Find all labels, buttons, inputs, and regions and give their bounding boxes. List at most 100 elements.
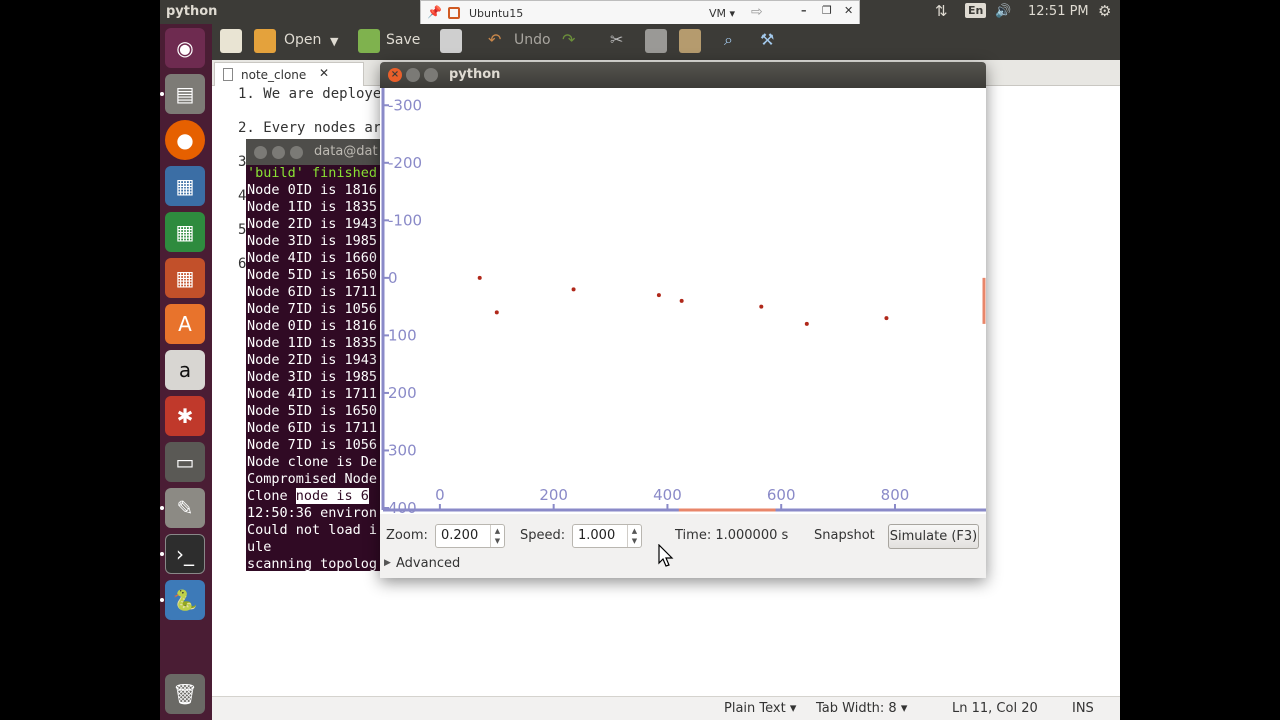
document-icon [223, 68, 233, 81]
launcher: ◉ ▤ ● ▦ ▦ ▦ A a ✱ ▭ ✎ ›_ 🐍 🗑 [160, 24, 212, 720]
y-tick-label: -300 [388, 96, 422, 114]
y-tick-label: 400 [388, 499, 417, 514]
vm-icon [448, 7, 460, 19]
data-point [759, 304, 764, 309]
minimize-button[interactable]: – [801, 4, 807, 17]
clone-prefix: Clone [247, 488, 296, 504]
data-point [494, 310, 499, 315]
open-icon[interactable] [254, 29, 276, 53]
expander-arrow-icon[interactable]: ▶ [384, 558, 391, 568]
zoom-value: 0.200 [441, 528, 479, 543]
tab-note-clone[interactable]: note_clone ✕ [214, 62, 364, 86]
python-icon[interactable]: 🐍 [165, 580, 205, 620]
running-indicator [160, 506, 164, 510]
data-point [804, 321, 809, 326]
replace-icon[interactable]: ⚒ [760, 30, 774, 49]
network-icon[interactable]: ⇅ [935, 2, 948, 20]
plot-canvas[interactable]: -300 -200 -100 0 100 200 300 400 0 200 400 600 800 [380, 88, 986, 514]
gear-icon[interactable]: ⚙ [1098, 2, 1111, 20]
calc-icon[interactable]: ▦ [165, 212, 205, 252]
x-tick-label: 400 [653, 486, 682, 504]
mouse-cursor-icon [658, 544, 674, 567]
data-point [477, 275, 482, 280]
files-icon[interactable]: ▤ [165, 74, 205, 114]
desktop: python 📌 Ubuntu15 VM ▾ ⇨ – ❐ ✕ ⇅ En 🔊 12… [160, 0, 1120, 720]
data-point [884, 316, 889, 321]
tab-label: note_clone [241, 68, 307, 82]
print-icon[interactable] [440, 29, 462, 53]
close-button[interactable]: ✕ [844, 4, 853, 17]
arrow-right-icon[interactable]: ⇨ [751, 4, 763, 20]
search-icon[interactable]: ⌕ [724, 30, 733, 50]
maximize-button[interactable]: ❐ [822, 4, 832, 17]
volume-icon[interactable]: 🔊 [995, 4, 1011, 19]
data-point [679, 298, 684, 303]
close-button[interactable] [254, 146, 267, 159]
running-indicator [160, 92, 164, 96]
vm-menu[interactable]: VM ▾ [709, 7, 735, 20]
data-point [571, 287, 576, 292]
advanced-expander[interactable]: Advanced [396, 556, 460, 571]
speed-spinner[interactable]: 1.000 ▲ ▼ [572, 524, 642, 548]
maximize-button[interactable] [424, 68, 438, 82]
save-icon[interactable] [358, 29, 380, 53]
terminal-icon[interactable]: ›_ [165, 534, 205, 574]
active-app-title: python [166, 4, 218, 19]
top-panel: python 📌 Ubuntu15 VM ▾ ⇨ – ❐ ✕ ⇅ En 🔊 12… [160, 0, 1120, 25]
maximize-button[interactable] [290, 146, 303, 159]
pin-icon[interactable]: 📌 [427, 5, 442, 19]
vm-window-title: Ubuntu15 [469, 7, 524, 20]
text-editor-icon[interactable]: ✎ [165, 488, 205, 528]
editor-toolbar: Open ▼ Save ↶ Undo ↷ ✂ ⌕ ⚒ [212, 24, 1120, 60]
simulate-button[interactable]: Simulate (F3) [888, 524, 979, 549]
writer-icon[interactable]: ▦ [165, 166, 205, 206]
undo-icon[interactable]: ↶ [488, 30, 501, 49]
cursor-position: Ln 11, Col 20 [952, 701, 1038, 716]
redo-icon[interactable]: ↷ [562, 30, 575, 49]
snapshot-button[interactable]: Snapshot [814, 528, 875, 543]
zoom-label: Zoom: [386, 528, 428, 543]
x-tick-label: 800 [881, 486, 910, 504]
keyboard-layout-indicator[interactable]: En [965, 3, 987, 18]
chevron-down-icon[interactable]: ▼ [330, 35, 338, 48]
software-center-icon[interactable]: A [165, 304, 205, 344]
data-point [656, 293, 661, 298]
zoom-spinner[interactable]: 0.200 ▲ ▼ [435, 524, 505, 548]
spinner-arrows-icon[interactable]: ▲ ▼ [490, 525, 504, 547]
x-tick-label: 600 [767, 486, 796, 504]
open-button[interactable]: Open [284, 32, 321, 48]
impress-icon[interactable]: ▦ [165, 258, 205, 298]
y-tick-label: -100 [388, 211, 422, 229]
minimize-button[interactable] [406, 68, 420, 82]
trash-icon[interactable]: 🗑 [165, 674, 205, 714]
y-tick-label: 300 [388, 441, 417, 459]
amazon-icon[interactable]: a [165, 350, 205, 390]
cut-icon[interactable]: ✂ [610, 30, 623, 49]
x-tick-label: 200 [539, 486, 568, 504]
undo-button[interactable]: Undo [514, 32, 551, 48]
simulation-controls: Zoom: 0.200 ▲ ▼ Speed: 1.000 ▲ ▼ Time: 1.0… [380, 514, 986, 578]
speed-label: Speed: [520, 528, 566, 543]
python-window-title: python [449, 67, 501, 82]
save-button[interactable]: Save [386, 32, 420, 48]
paste-icon[interactable] [679, 29, 701, 53]
clock[interactable]: 12:51 PM [1028, 4, 1089, 19]
y-tick-label: 0 [388, 269, 398, 287]
spinner-arrows-icon[interactable]: ▲ ▼ [627, 525, 641, 547]
copy-icon[interactable] [645, 29, 667, 53]
settings-icon[interactable]: ✱ [165, 396, 205, 436]
save-drive-icon[interactable]: ▭ [165, 442, 205, 482]
minimize-button[interactable] [272, 146, 285, 159]
python-titlebar[interactable]: × python [380, 62, 986, 88]
vm-window-bar[interactable]: 📌 Ubuntu15 VM ▾ ⇨ – ❐ ✕ [420, 0, 860, 25]
y-tick-label: -200 [388, 154, 422, 172]
new-document-icon[interactable] [220, 29, 242, 53]
close-button[interactable]: × [388, 68, 402, 82]
tab-width-selector[interactable]: Tab Width: 8 ▾ [816, 701, 907, 716]
x-tick-label: 0 [435, 486, 445, 504]
dash-icon[interactable]: ◉ [165, 28, 205, 68]
editor-statusbar: Plain Text ▾ Tab Width: 8 ▾ Ln 11, Col 2… [212, 696, 1120, 720]
language-selector[interactable]: Plain Text ▾ [724, 701, 796, 716]
close-tab-icon[interactable]: ✕ [319, 66, 329, 80]
firefox-icon[interactable]: ● [165, 120, 205, 160]
